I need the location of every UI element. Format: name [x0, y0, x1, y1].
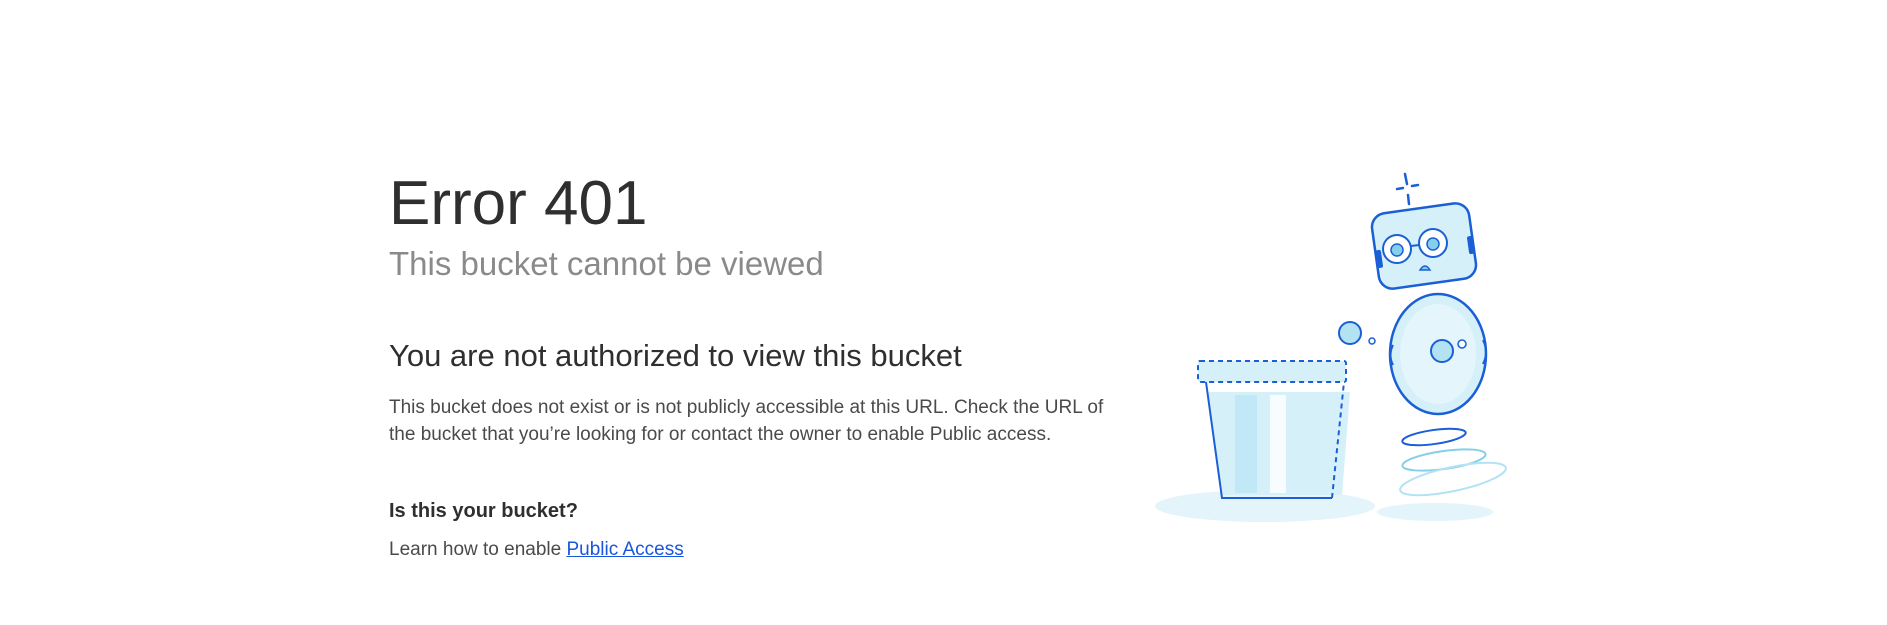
public-access-link[interactable]: Public Access — [566, 539, 683, 560]
learn-prefix: Learn how to enable — [389, 539, 567, 560]
robot-head-icon — [1370, 202, 1478, 290]
error-content: Error 401 This bucket cannot be viewed Y… — [389, 168, 1129, 561]
bubble-icon — [1338, 321, 1362, 345]
message-body: This bucket does not exist or is not pub… — [389, 397, 1104, 445]
message-heading: You are not authorized to view this buck… — [389, 338, 962, 373]
bucket-icon — [1197, 360, 1350, 499]
robot-body-icon — [1388, 292, 1488, 416]
error-subtitle: This bucket cannot be viewed — [389, 245, 824, 282]
learn-line: Learn how to enable Public Access — [389, 539, 1129, 561]
robot-hover-rings-icon — [1399, 427, 1507, 497]
robot-bucket-illustration — [1155, 172, 1507, 522]
robot-antenna-icon — [1395, 172, 1420, 206]
error-title: Error 401 — [389, 169, 648, 238]
owner-question: Is this your bucket? — [389, 500, 578, 522]
small-bubble-icon — [1368, 337, 1376, 345]
robot-shadow — [1377, 503, 1493, 521]
